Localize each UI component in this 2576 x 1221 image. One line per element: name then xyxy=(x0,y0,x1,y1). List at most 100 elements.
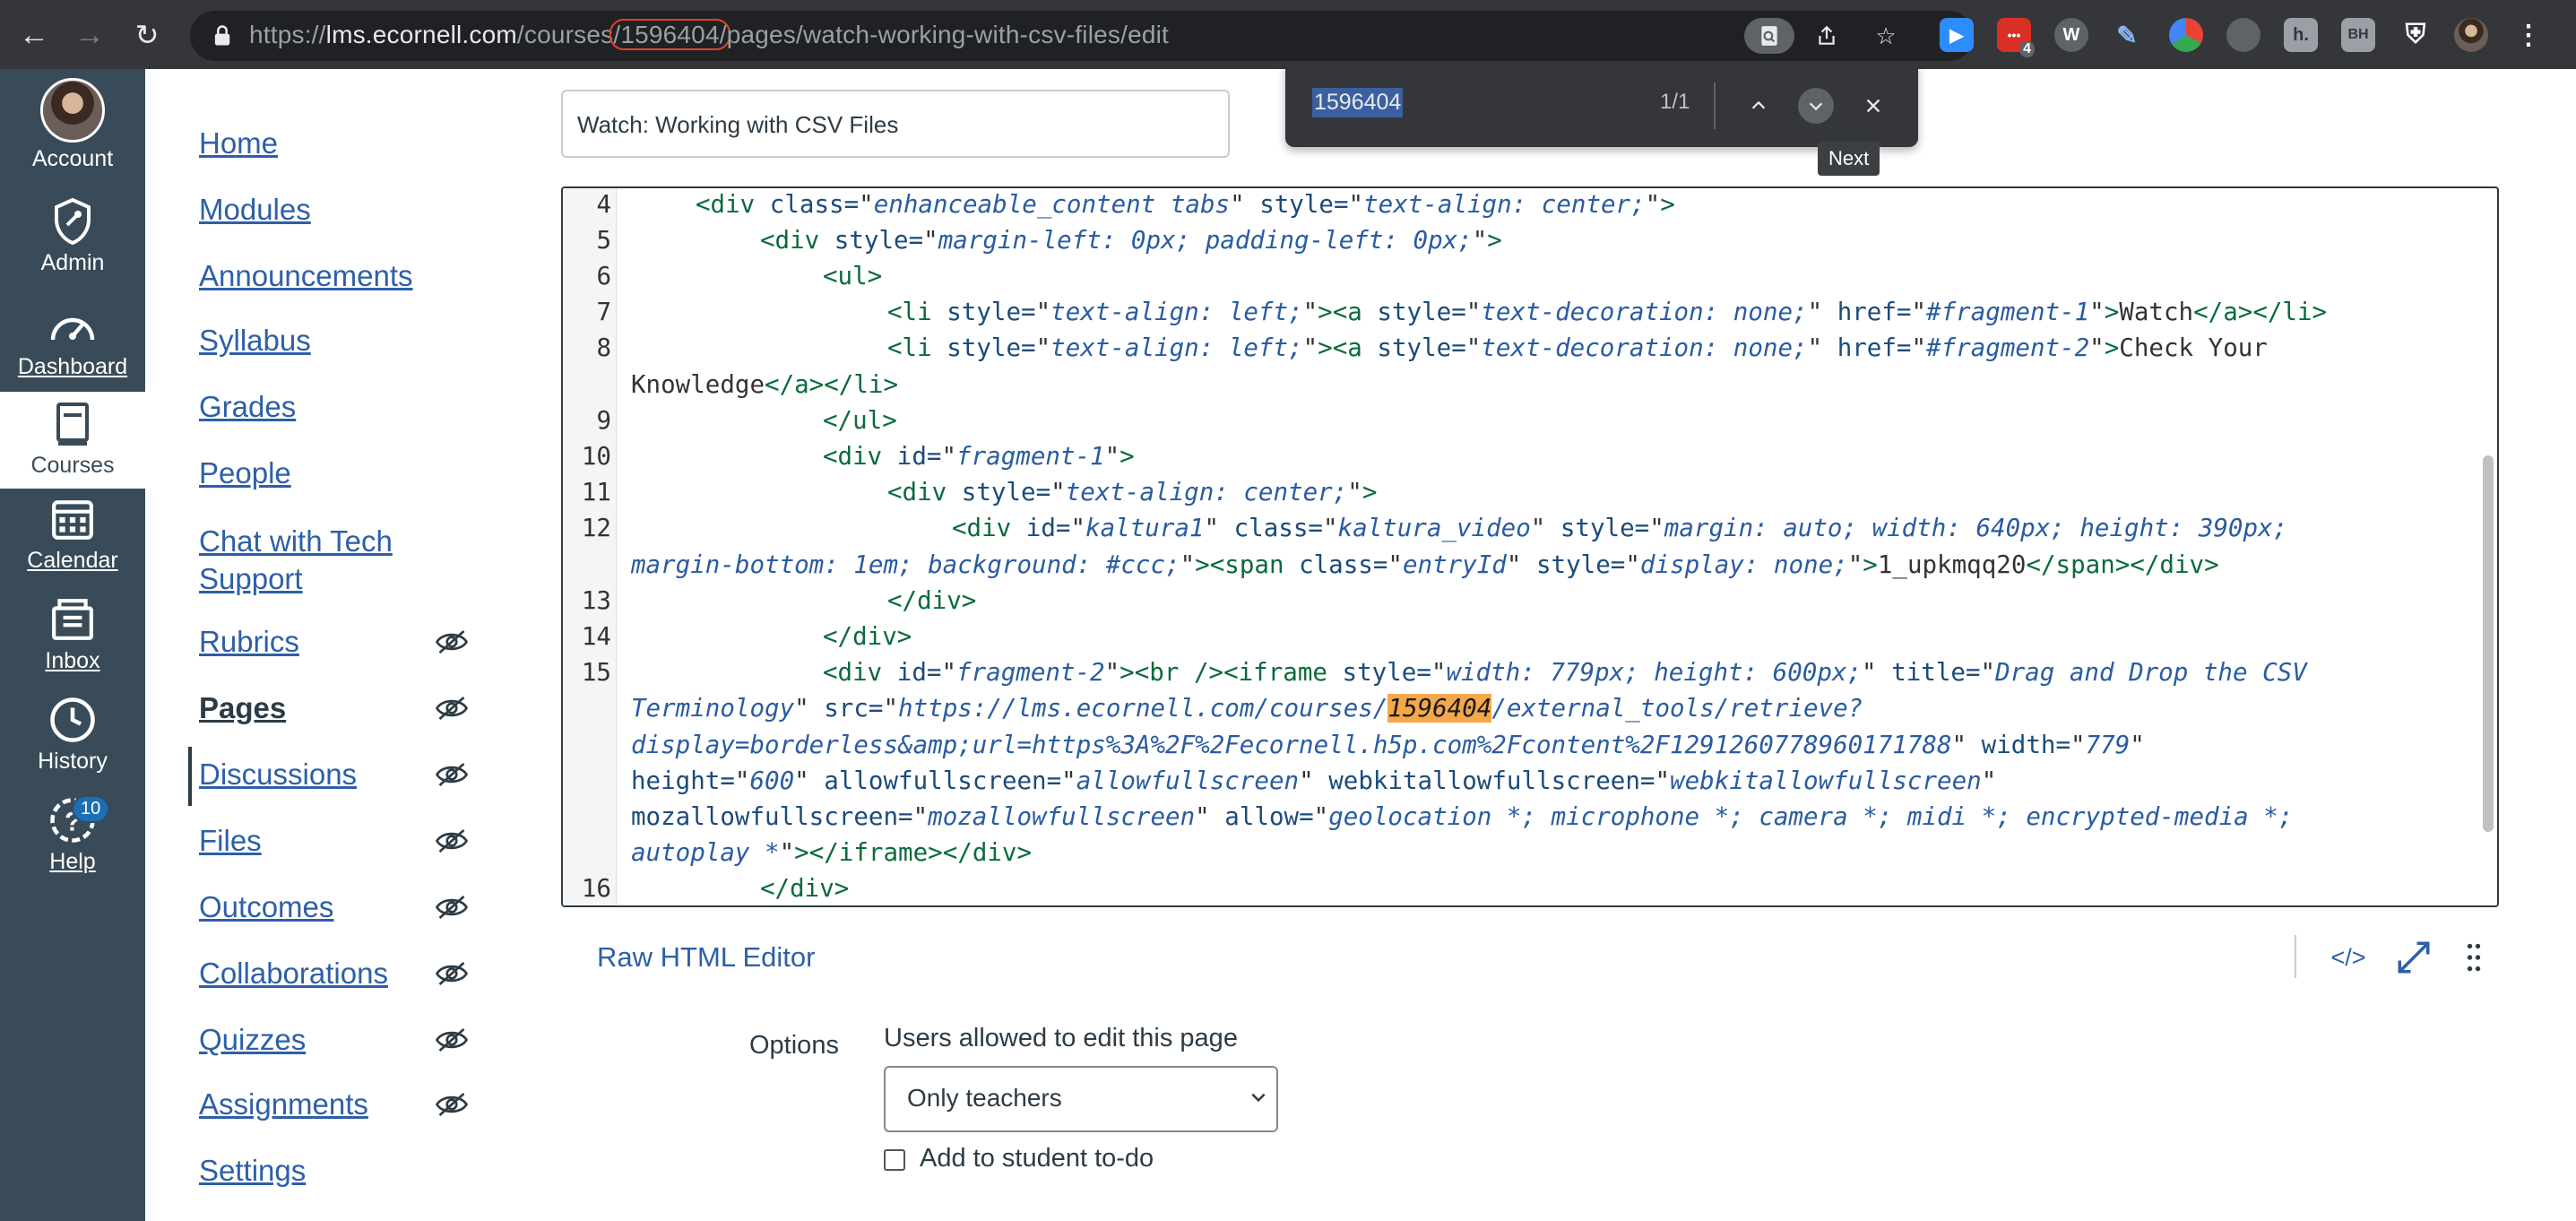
find-match-count: 1/1 xyxy=(1660,90,1690,114)
course-nav-assignments-link[interactable]: Assignments xyxy=(199,1087,368,1121)
edit-permission-label: Users allowed to edit this page xyxy=(884,1024,1238,1052)
edit-permission-value: Only teachers xyxy=(907,1084,1062,1112)
course-nav-people-link[interactable]: People xyxy=(199,456,291,489)
back-icon[interactable]: ← xyxy=(14,15,54,55)
line-number: 12 xyxy=(581,514,611,542)
global-navigation: Account Admin Dashboard Courses Calendar… xyxy=(0,69,145,1221)
course-nav-pages[interactable]: Pages xyxy=(199,691,468,725)
html-toggle-button[interactable]: </> xyxy=(2321,936,2375,979)
page-title-input[interactable]: Watch: Working with CSV Files xyxy=(561,90,1230,158)
course-nav-outcomes-link[interactable]: Outcomes xyxy=(199,890,333,923)
course-nav-grades-link[interactable]: Grades xyxy=(199,390,296,423)
course-nav-outcomes[interactable]: Outcomes xyxy=(199,890,468,924)
nav-history[interactable]: History xyxy=(0,695,145,775)
line-number: 10 xyxy=(581,442,611,471)
course-nav-announcements-link[interactable]: Announcements xyxy=(199,259,413,292)
find-query-input[interactable]: 1596404 xyxy=(1312,88,1404,117)
line-number: 5 xyxy=(596,226,611,255)
find-in-page-icon[interactable] xyxy=(1744,18,1794,54)
course-nav-collaborations-link[interactable]: Collaborations xyxy=(199,957,388,990)
nav-history-label: History xyxy=(38,749,108,774)
eye-slash-icon xyxy=(436,1092,468,1117)
course-nav-settings-link[interactable]: Settings xyxy=(199,1154,306,1187)
nav-account-label: Account xyxy=(31,146,114,171)
user-extension-icon[interactable] xyxy=(2226,18,2260,52)
profile-avatar-icon[interactable] xyxy=(2454,18,2488,52)
course-nav-files[interactable]: Files xyxy=(199,824,468,858)
course-nav-modules[interactable]: Modules xyxy=(199,193,468,227)
course-nav-files-link[interactable]: Files xyxy=(199,824,262,857)
reload-icon[interactable]: ↻ xyxy=(127,15,167,55)
student-todo-checkbox[interactable] xyxy=(884,1149,905,1171)
code-line: margin-bottom: 1em; background: #ccc;"><… xyxy=(631,550,2219,579)
chevron-up-icon[interactable] xyxy=(1741,88,1776,124)
course-nav-settings[interactable]: Settings xyxy=(199,1154,468,1188)
raw-html-code-editor[interactable]: 4 5 6 7 8 9 10 11 12 13 14 15 16 <div cl… xyxy=(561,186,2499,907)
url-path-a: /courses xyxy=(516,21,614,48)
nav-dashboard[interactable]: Dashboard xyxy=(0,300,145,380)
course-nav-grades[interactable]: Grades xyxy=(199,390,468,424)
code-line: <div id="kaltura1" class="kaltura_video"… xyxy=(952,514,2288,542)
course-nav-announcements[interactable]: Announcements xyxy=(199,259,468,293)
close-icon[interactable] xyxy=(1855,88,1891,124)
color-extension-icon[interactable] xyxy=(2169,18,2203,52)
nav-admin[interactable]: Admin xyxy=(0,196,145,276)
nav-account[interactable]: Account xyxy=(0,78,145,172)
code-line: <li style="text-align: left;"><a style="… xyxy=(887,333,2268,362)
forward-icon[interactable]: → xyxy=(70,15,109,55)
course-nav-modules-link[interactable]: Modules xyxy=(199,193,311,226)
share-icon[interactable] xyxy=(1809,18,1845,54)
fullscreen-icon[interactable] xyxy=(2391,936,2436,979)
nav-help[interactable]: ? 10 Help xyxy=(0,795,145,875)
help-badge: 10 xyxy=(72,795,110,823)
browser-menu-icon[interactable]: ⋮ xyxy=(2511,18,2546,52)
drag-handle-icon[interactable] xyxy=(2456,936,2492,979)
eye-slash-icon xyxy=(436,828,468,853)
course-nav-home[interactable]: Home xyxy=(199,126,468,160)
bookmark-star-icon[interactable]: ☆ xyxy=(1868,18,1904,54)
dashboard-gauge-icon xyxy=(46,300,99,351)
course-nav-assignments[interactable]: Assignments xyxy=(199,1087,468,1121)
puzzle-extensions-icon[interactable]: ⛨ xyxy=(2399,18,2433,52)
course-nav-discussions-link[interactable]: Discussions xyxy=(199,758,357,791)
bh-extension-icon[interactable]: BH xyxy=(2341,18,2375,52)
url-host: lms.ecornell.com xyxy=(325,21,517,48)
code-line: <div style="text-align: center;"> xyxy=(887,478,1378,507)
eye-slash-icon xyxy=(436,895,468,920)
code-line: Knowledge</a></li> xyxy=(631,370,899,399)
lock-icon xyxy=(214,25,230,46)
nav-courses[interactable]: Courses xyxy=(0,392,145,489)
nav-admin-label: Admin xyxy=(40,250,105,275)
course-nav-chat-support[interactable]: Chat with Tech Support xyxy=(199,523,468,598)
course-nav-people[interactable]: People xyxy=(199,456,468,490)
code-line: </div> xyxy=(760,874,850,903)
course-nav-syllabus-link[interactable]: Syllabus xyxy=(199,324,311,357)
course-nav-rubrics-link[interactable]: Rubrics xyxy=(199,625,299,658)
edit-permission-select[interactable]: Only teachers xyxy=(884,1066,1278,1132)
code-line: </div> xyxy=(823,622,912,651)
course-nav-collaborations[interactable]: Collaborations xyxy=(199,957,468,991)
code-line: mozallowfullscreen="mozallowfullscreen" … xyxy=(631,802,2294,831)
address-bar[interactable]: https://lms.ecornell.com/courses/1596404… xyxy=(190,11,1974,61)
course-nav-discussions[interactable]: Discussions xyxy=(199,758,468,792)
course-nav-support-link[interactable]: Support xyxy=(199,562,303,595)
nav-dashboard-label: Dashboard xyxy=(17,354,128,379)
wv-extension-icon[interactable]: W xyxy=(2054,18,2088,52)
course-nav-quizzes[interactable]: Quizzes xyxy=(199,1023,468,1057)
code-line: <div id="fragment-2"><br /><iframe style… xyxy=(823,658,2307,687)
chevron-down-icon[interactable] xyxy=(1798,88,1834,124)
course-nav-home-link[interactable]: Home xyxy=(199,126,278,160)
zoom-extension-icon[interactable]: ▶ xyxy=(1940,18,1974,52)
nav-inbox[interactable]: Inbox xyxy=(0,594,145,674)
options-label: Options xyxy=(749,1031,839,1060)
extension-badge-icon[interactable]: ••• 4 xyxy=(1997,18,2035,57)
course-nav-pages-link[interactable]: Pages xyxy=(199,691,286,724)
course-nav-rubrics[interactable]: Rubrics xyxy=(199,625,468,659)
course-nav-chat-link[interactable]: Chat with Tech xyxy=(199,524,393,558)
course-nav-quizzes-link[interactable]: Quizzes xyxy=(199,1023,306,1056)
hypothesis-extension-icon[interactable]: h. xyxy=(2284,18,2318,52)
code-scrollbar[interactable] xyxy=(2483,455,2494,832)
course-nav-syllabus[interactable]: Syllabus xyxy=(199,324,468,358)
pen-extension-icon[interactable]: ✎ xyxy=(2110,18,2144,52)
nav-calendar[interactable]: Calendar xyxy=(0,494,145,574)
